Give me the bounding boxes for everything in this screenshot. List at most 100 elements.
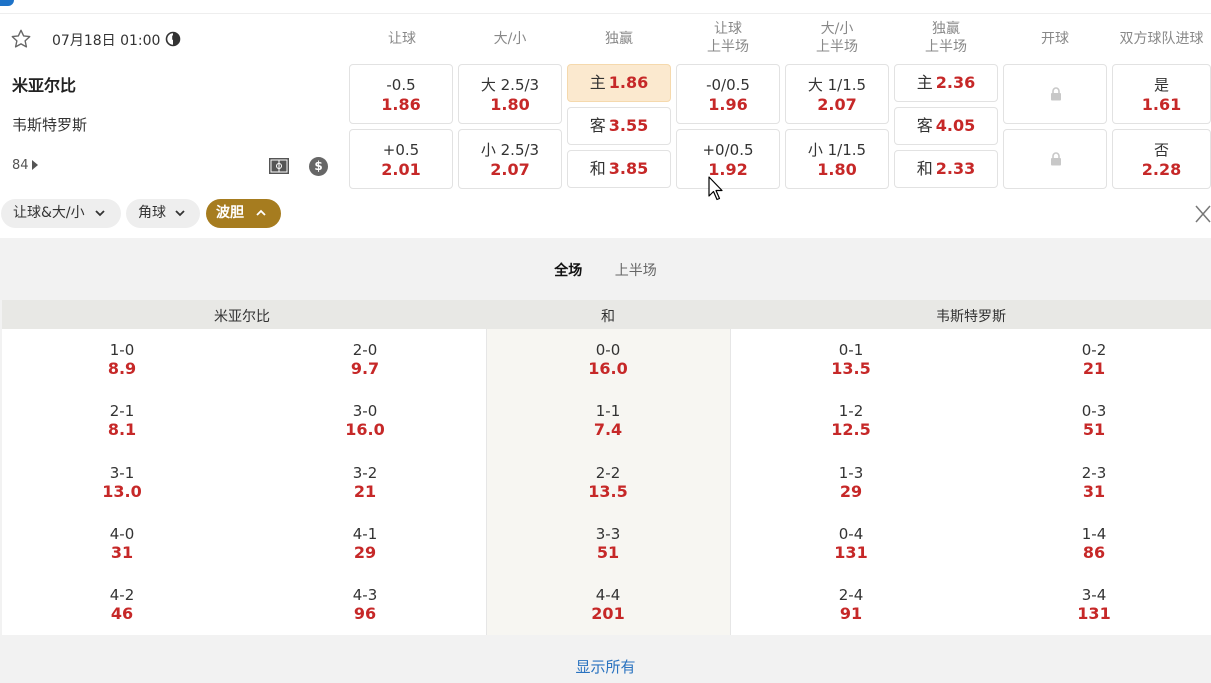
top-strip — [0, 0, 1211, 14]
odd-value: 1.96 — [708, 95, 748, 114]
score-cell[interactable]: 4-4 201 — [548, 586, 668, 624]
tab-fulltime[interactable]: 全场 — [554, 260, 582, 280]
score-cell[interactable]: 3-4 131 — [1034, 586, 1154, 624]
odd-moneyline-draw[interactable]: 和 3.85 — [567, 150, 671, 188]
mouse-cursor-icon — [708, 176, 723, 201]
odd-moneyline-1h-draw[interactable]: 和 2.33 — [894, 150, 998, 188]
odd-line: 小 2.5/3 — [480, 141, 540, 159]
odd-line: 小 1/1.5 — [807, 141, 867, 159]
odd-value: 3.55 — [608, 116, 649, 135]
head-away: 韦斯特罗斯 — [936, 309, 1006, 325]
score-cell[interactable]: 2-4 91 — [791, 586, 911, 624]
show-all-link[interactable]: 显示所有 — [0, 656, 1211, 677]
odd-moneyline-1h-away[interactable]: 客 4.05 — [894, 107, 998, 145]
odd-value: 4.05 — [935, 116, 976, 135]
odd-btts-no[interactable]: 否 2.28 — [1112, 129, 1211, 189]
chip-label: 让球&大/小 — [13, 205, 85, 221]
chip-corners[interactable]: 角球 — [126, 199, 200, 228]
odd-value: 2.07 — [817, 95, 857, 114]
cash-out-icon[interactable]: $ — [309, 157, 328, 176]
score-cell[interactable]: 1-4 86 — [1034, 525, 1154, 563]
chip-handicap-total[interactable]: 让球&大/小 — [1, 199, 121, 228]
score-cell[interactable]: 0-3 51 — [1034, 402, 1154, 440]
score-cell[interactable]: 4-2 46 — [62, 586, 182, 624]
score-label: 3-1 — [109, 463, 135, 482]
score-cell[interactable]: 3-1 13.0 — [62, 464, 182, 502]
score-label: 0-1 — [838, 341, 864, 359]
odd-btts-yes[interactable]: 是 1.61 — [1112, 64, 1211, 124]
odd-label: 和 — [916, 159, 933, 178]
score-cell[interactable]: 4-3 96 — [305, 586, 425, 624]
score-cell[interactable]: 1-3 29 — [791, 464, 911, 502]
odd-moneyline-1h-home[interactable]: 主 2.36 — [894, 64, 998, 102]
odd-total-under[interactable]: 小 2.5/3 2.07 — [458, 129, 562, 189]
head-draw: 和 — [601, 309, 615, 325]
odd-value: 2.36 — [935, 73, 976, 92]
odd-handicap-1h-away[interactable]: +0/0.5 1.92 — [676, 129, 780, 189]
odd-handicap-home[interactable]: -0.5 1.86 — [349, 64, 453, 124]
away-team: 韦斯特罗斯 — [12, 116, 88, 134]
tab-first-half[interactable]: 上半场 — [615, 260, 657, 280]
odd-total-1h-under[interactable]: 小 1/1.5 1.80 — [785, 129, 889, 189]
score-label: 2-4 — [838, 586, 864, 605]
odd-moneyline-home[interactable]: 主 1.86 — [567, 64, 671, 102]
odd-total-over[interactable]: 大 2.5/3 1.80 — [458, 64, 562, 124]
score-price: 31 — [1082, 481, 1106, 501]
odd-label: 和 — [589, 159, 606, 178]
score-price: 96 — [353, 604, 377, 624]
score-cell[interactable]: 0-1 13.5 — [791, 341, 911, 379]
col-btts: 双方球队进球 — [1119, 31, 1204, 47]
odd-value: 3.85 — [608, 159, 649, 178]
score-cell[interactable]: 3-3 51 — [548, 525, 668, 563]
favorite-star-icon[interactable] — [10, 28, 32, 50]
odd-value: 1.86 — [381, 95, 421, 114]
odd-moneyline-away[interactable]: 客 3.55 — [567, 107, 671, 145]
odd-total-1h-over[interactable]: 大 1/1.5 2.07 — [785, 64, 889, 124]
score-cell[interactable]: 4-1 29 — [305, 525, 425, 563]
col-moneyline: 独赢 — [605, 31, 633, 47]
score-price: 12.5 — [831, 420, 871, 440]
odd-label: 主 — [916, 73, 933, 92]
score-price: 8.1 — [107, 420, 137, 440]
score-label: 0-2 — [1081, 341, 1107, 359]
odd-line: -0.5 — [386, 76, 416, 94]
col-handicap: 让球 — [388, 31, 416, 47]
score-label: 4-1 — [352, 524, 378, 543]
odd-line: +0/0.5 — [702, 141, 754, 159]
score-cell[interactable]: 1-1 7.4 — [548, 402, 668, 440]
score-cell[interactable]: 3-0 16.0 — [305, 402, 425, 440]
odd-handicap-1h-home[interactable]: -0/0.5 1.96 — [676, 64, 780, 124]
odd-kickoff-home-locked — [1003, 64, 1107, 124]
score-cell[interactable]: 0-4 131 — [791, 525, 911, 563]
score-cell[interactable]: 1-0 8.9 — [62, 341, 182, 379]
score-price: 16.0 — [345, 420, 385, 440]
score-price: 31 — [110, 542, 134, 562]
chip-correct-score[interactable]: 波胆 — [206, 199, 281, 228]
score-cell[interactable]: 0-0 16.0 — [548, 341, 668, 379]
odd-value: 1.61 — [1141, 95, 1182, 114]
chip-label: 波胆 — [216, 205, 244, 221]
close-icon[interactable] — [1193, 204, 1211, 224]
score-cell[interactable]: 2-1 8.1 — [62, 402, 182, 440]
match-datetime: 07月18日 01:00 — [52, 33, 161, 49]
match-minute[interactable]: 84 — [12, 158, 38, 173]
pitch-stats-icon[interactable] — [268, 157, 290, 175]
score-cell[interactable]: 2-0 9.7 — [305, 341, 425, 379]
score-cell[interactable]: 2-3 31 — [1034, 464, 1154, 502]
col-handicap-1h: 让球 上半场 — [707, 21, 749, 55]
odd-label: 客 — [589, 116, 606, 135]
score-cell[interactable]: 4-0 31 — [62, 525, 182, 563]
score-cell[interactable]: 0-2 21 — [1034, 341, 1154, 379]
odd-value: 1.92 — [708, 160, 748, 179]
score-cell[interactable]: 2-2 13.5 — [548, 464, 668, 502]
score-label: 4-3 — [352, 586, 378, 605]
odd-label: 客 — [916, 116, 933, 135]
score-cell[interactable]: 1-2 12.5 — [791, 402, 911, 440]
odd-handicap-away[interactable]: +0.5 2.01 — [349, 129, 453, 189]
chevron-down-icon — [95, 210, 105, 217]
score-price: 21 — [1082, 359, 1106, 378]
odd-line: 否 — [1153, 141, 1169, 159]
score-cell[interactable]: 3-2 21 — [305, 464, 425, 502]
chip-label: 角球 — [138, 205, 166, 221]
score-label: 1-2 — [838, 402, 864, 421]
